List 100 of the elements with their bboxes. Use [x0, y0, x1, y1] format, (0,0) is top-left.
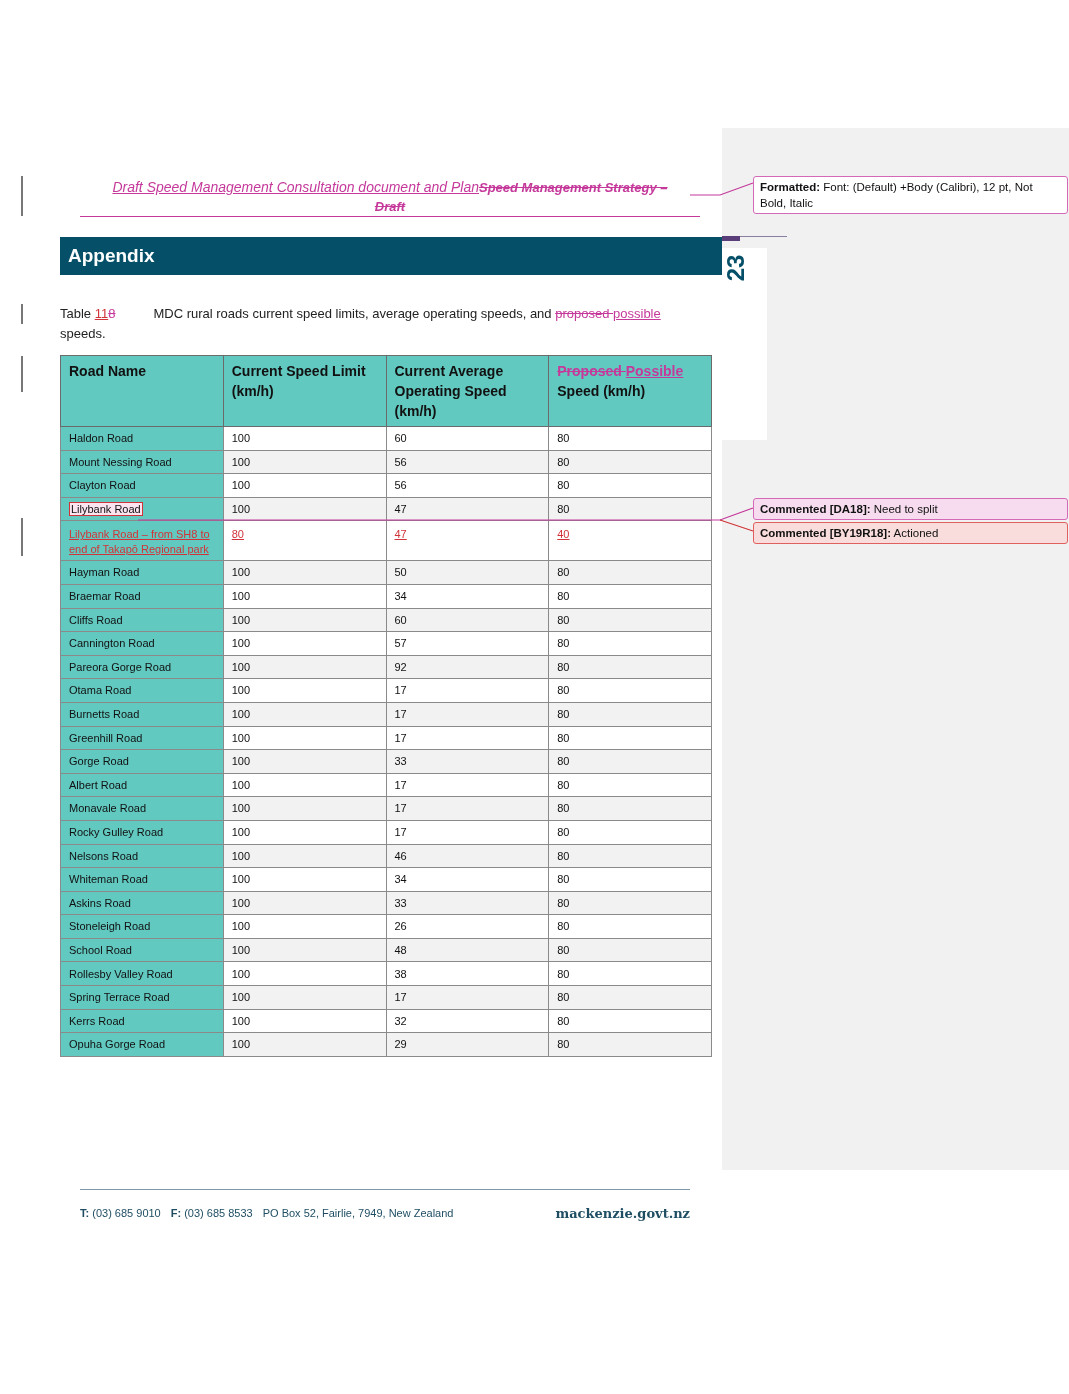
table-cell: Opuha Gorge Road: [60, 1032, 224, 1057]
table-cell: Haldon Road: [60, 426, 224, 451]
table-cell: 100: [223, 1032, 386, 1057]
table-cell: Gorge Road: [60, 749, 224, 774]
table-cell: Stoneleigh Road: [60, 914, 224, 939]
table-cell: 100: [223, 702, 386, 727]
table-cell: 57: [386, 631, 549, 656]
table-cell: 80: [548, 584, 712, 609]
table-cell: 100: [223, 985, 386, 1010]
table-cell: 100: [223, 773, 386, 797]
table-cell: 32: [386, 1009, 549, 1033]
table-cell: Askins Road: [60, 891, 224, 915]
table-cell: 56: [386, 473, 549, 498]
table-cell: Rocky Gulley Road: [60, 820, 224, 844]
table-cell: 80: [548, 631, 712, 656]
table-cell: 100: [223, 584, 386, 609]
table-cell: Lilybank Road – from SH8 to end of Takapō Regional park: [60, 520, 224, 561]
column-header: Proposed Possible Speed (km/h): [548, 355, 712, 427]
table-cell: 26: [386, 914, 549, 939]
table-cell: 80: [548, 796, 712, 821]
table-cell: 80: [548, 426, 712, 451]
comment-anchor: Lilybank Road: [69, 501, 143, 516]
table-cell: Albert Road: [60, 773, 224, 797]
table-cell: 100: [223, 678, 386, 703]
table-cell: 100: [223, 608, 386, 632]
column-header: Road Name: [60, 355, 224, 427]
table-cell: 100: [223, 796, 386, 821]
table-cell: 80: [548, 678, 712, 703]
table-cell: Monavale Road: [60, 796, 224, 821]
table-cell: Burnetts Road: [60, 702, 224, 727]
table-cell: Clayton Road: [60, 473, 224, 498]
table-cell: 56: [386, 450, 549, 474]
contact-text: PO Box 52, Fairlie, 7949, New Zealand: [262, 1206, 454, 1222]
table-cell: 60: [386, 426, 549, 451]
table-cell: 46: [386, 844, 549, 868]
table-cell: 33: [386, 749, 549, 774]
table-cell: 50: [386, 560, 549, 585]
table-cell: 100: [223, 961, 386, 986]
table-cell: 80: [548, 1032, 712, 1057]
table-cell: 100: [223, 631, 386, 656]
table-cell: Pareora Gorge Road: [60, 655, 224, 679]
table-cell: 48: [386, 938, 549, 962]
header-text: Draft Speed Management Consultation document and PlanSpeed Management Strategy – Draft: [80, 178, 700, 217]
table-cell: 100: [223, 726, 386, 750]
table-cell: 100: [223, 844, 386, 868]
table-cell: 80: [548, 560, 712, 585]
page-marker: [722, 236, 740, 241]
table-cell: Mount Nessing Road: [60, 450, 224, 474]
column-header: Current Speed Limit (km/h): [223, 355, 386, 427]
table-cell: Greenhill Road: [60, 726, 224, 750]
section-heading: Appendix: [60, 237, 722, 275]
table-cell: Otama Road: [60, 678, 224, 703]
table-cell: 80: [548, 867, 712, 892]
comment-balloon: Commented [DA18]: Need to split: [753, 498, 1068, 520]
table-cell: Braemar Road: [60, 584, 224, 609]
table-cell: 80: [548, 608, 712, 632]
table-cell: 100: [223, 820, 386, 844]
table-cell: 100: [223, 749, 386, 774]
table-cell: 17: [386, 985, 549, 1010]
table-cell: 100: [223, 473, 386, 498]
table-cell: 80: [548, 450, 712, 474]
table-cell: 80: [548, 773, 712, 797]
table-cell: 80: [548, 891, 712, 915]
table-cell: 80: [548, 1009, 712, 1033]
table-cell: 29: [386, 1032, 549, 1057]
table-cell: 38: [386, 961, 549, 986]
table-cell: 80: [548, 726, 712, 750]
table-cell: 17: [386, 773, 549, 797]
table-cell: 80: [548, 749, 712, 774]
table-cell: Cliffs Road: [60, 608, 224, 632]
contact-text: F: (03) 685 8533: [170, 1206, 253, 1222]
comment-balloon: Formatted: Font: (Default) +Body (Calibri), 12 pt, Not Bold, Italic: [753, 176, 1068, 214]
table-caption: Table 118 MDC rural roads current speed limits, average operating speeds, and proposed possible speeds.: [60, 305, 662, 343]
table-cell: 60: [386, 608, 549, 632]
table-cell: 80: [548, 938, 712, 962]
table-cell: 100: [223, 1009, 386, 1033]
table-cell: 80: [548, 844, 712, 868]
table-cell: Whiteman Road: [60, 867, 224, 892]
table-cell: 34: [386, 584, 549, 609]
table-cell: Spring Terrace Road: [60, 985, 224, 1010]
table-cell: 40: [548, 520, 712, 561]
table-cell: 80: [548, 820, 712, 844]
table-cell: 80: [548, 473, 712, 498]
leader-line: [689, 182, 754, 196]
table-cell: 80: [548, 702, 712, 727]
table-cell: Rollesby Valley Road: [60, 961, 224, 986]
table-cell: 17: [386, 820, 549, 844]
page-number: 23: [721, 254, 750, 282]
table-cell: 80: [548, 914, 712, 939]
table-cell: 47: [386, 520, 549, 561]
table-cell: Kerrs Road: [60, 1009, 224, 1033]
table-cell: 100: [223, 867, 386, 892]
table-cell: 92: [386, 655, 549, 679]
table-cell: 34: [386, 867, 549, 892]
table-cell: 100: [223, 560, 386, 585]
table-cell: 100: [223, 914, 386, 939]
contact-text: T: (03) 685 9010: [80, 1206, 161, 1222]
table-cell: 17: [386, 726, 549, 750]
column-header: Current Average Operating Speed (km/h): [386, 355, 549, 427]
table-cell: Hayman Road: [60, 560, 224, 585]
